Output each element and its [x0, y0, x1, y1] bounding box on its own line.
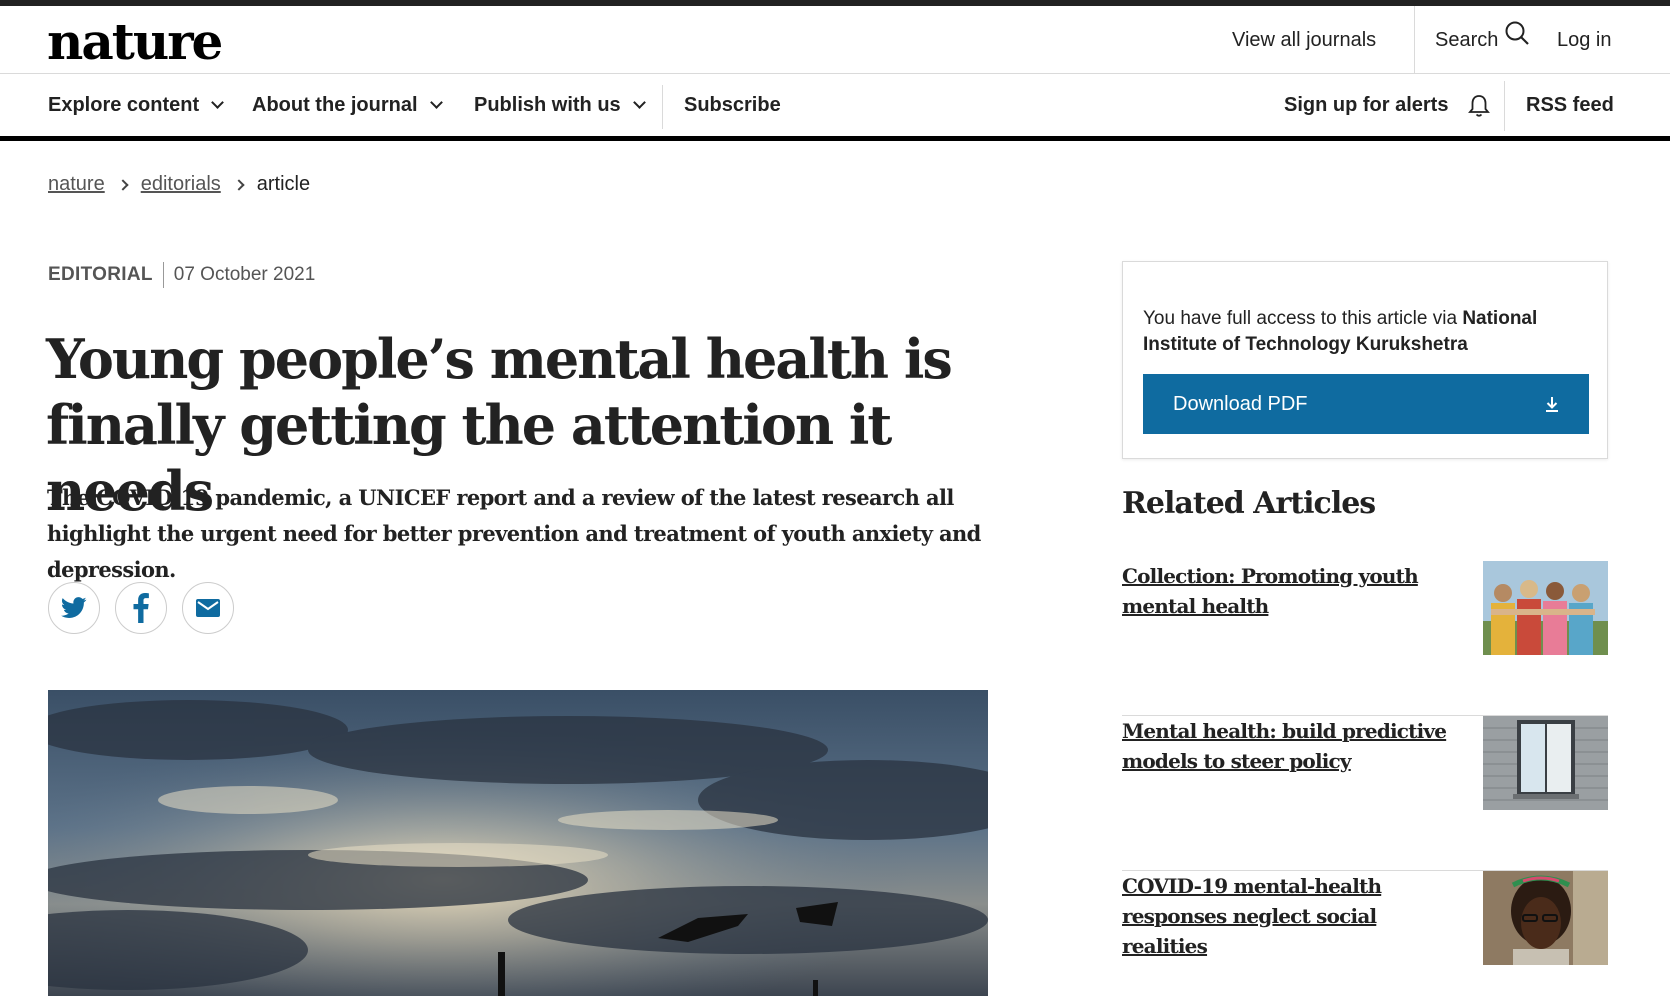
site-header: nature View all journals Search Log in	[0, 6, 1670, 74]
nav-explore-content[interactable]: Explore content	[48, 75, 225, 136]
rss-feed-link[interactable]: RSS feed	[1526, 75, 1614, 136]
divider	[162, 262, 164, 288]
twitter-icon	[61, 597, 87, 619]
chevron-down-icon	[211, 96, 225, 109]
share-twitter-button[interactable]	[48, 582, 100, 634]
article-standfirst: The COVID-19 pandemic, a UNICEF report a…	[47, 485, 981, 582]
download-pdf-label: Download PDF	[1173, 392, 1308, 415]
breadcrumb: nature editorials article	[48, 173, 310, 196]
nav-label: About the journal	[252, 94, 418, 116]
divider	[1504, 81, 1505, 131]
nav-subscribe[interactable]: Subscribe	[684, 75, 781, 136]
access-prefix: You have full access to this article via	[1143, 308, 1463, 329]
article-meta: EDITORIAL 07 October 2021	[48, 262, 315, 288]
breadcrumb-editorials[interactable]: editorials	[141, 173, 221, 196]
related-article: Collection: Promoting youth mental healt…	[1122, 561, 1608, 716]
related-article-thumbnail[interactable]	[1483, 561, 1608, 655]
share-facebook-button[interactable]	[115, 582, 167, 634]
access-panel: You have full access to this article via…	[1122, 261, 1608, 459]
access-message: You have full access to this article via…	[1143, 306, 1583, 358]
breadcrumb-current: article	[256, 173, 311, 195]
related-article: COVID-19 mental-health responses neglect…	[1122, 871, 1608, 996]
related-article-thumbnail[interactable]	[1483, 716, 1608, 810]
view-all-journals-link[interactable]: View all journals	[1232, 6, 1376, 74]
nav-label: Publish with us	[474, 94, 621, 116]
chevron-right-icon	[117, 178, 129, 191]
download-icon	[1545, 396, 1559, 412]
download-pdf-button[interactable]: Download PDF	[1143, 374, 1589, 434]
divider	[1414, 6, 1415, 74]
title-line: Young people’s mental health is	[46, 327, 953, 391]
article-type: EDITORIAL	[48, 264, 153, 285]
alerts-label: Sign up for alerts	[1284, 94, 1449, 116]
related-article: Mental health: build predictive models t…	[1122, 716, 1608, 871]
search-icon	[1504, 6, 1530, 74]
main-nav: Explore content About the journal Publis…	[0, 75, 1670, 141]
related-article-link[interactable]: Collection: Promoting youth mental healt…	[1122, 561, 1462, 621]
related-article-link[interactable]: COVID-19 mental-health responses neglect…	[1122, 871, 1462, 961]
email-icon	[195, 598, 221, 618]
publish-date: 07 October 2021	[173, 264, 316, 285]
related-article-thumbnail[interactable]	[1483, 871, 1608, 965]
breadcrumb-nature[interactable]: nature	[48, 173, 105, 196]
login-link[interactable]: Log in	[1557, 6, 1612, 74]
chevron-down-icon	[429, 96, 443, 109]
share-email-button[interactable]	[182, 582, 234, 634]
divider	[662, 85, 663, 129]
search-label: Search	[1435, 29, 1499, 51]
bell-icon	[1468, 94, 1491, 118]
nature-logo[interactable]: nature	[47, 8, 223, 76]
sign-up-alerts-link[interactable]: Sign up for alerts	[1284, 75, 1491, 136]
nav-label: Explore content	[48, 94, 200, 116]
nav-publish-with-us[interactable]: Publish with us	[474, 75, 646, 136]
related-article-link[interactable]: Mental health: build predictive models t…	[1122, 716, 1462, 776]
hero-image	[48, 690, 988, 996]
search-button[interactable]: Search	[1435, 6, 1530, 74]
facebook-icon	[133, 593, 149, 623]
chevron-down-icon	[632, 96, 646, 109]
chevron-right-icon	[233, 178, 245, 191]
nav-about-journal[interactable]: About the journal	[252, 75, 443, 136]
related-articles-heading: Related Articles	[1122, 486, 1376, 521]
